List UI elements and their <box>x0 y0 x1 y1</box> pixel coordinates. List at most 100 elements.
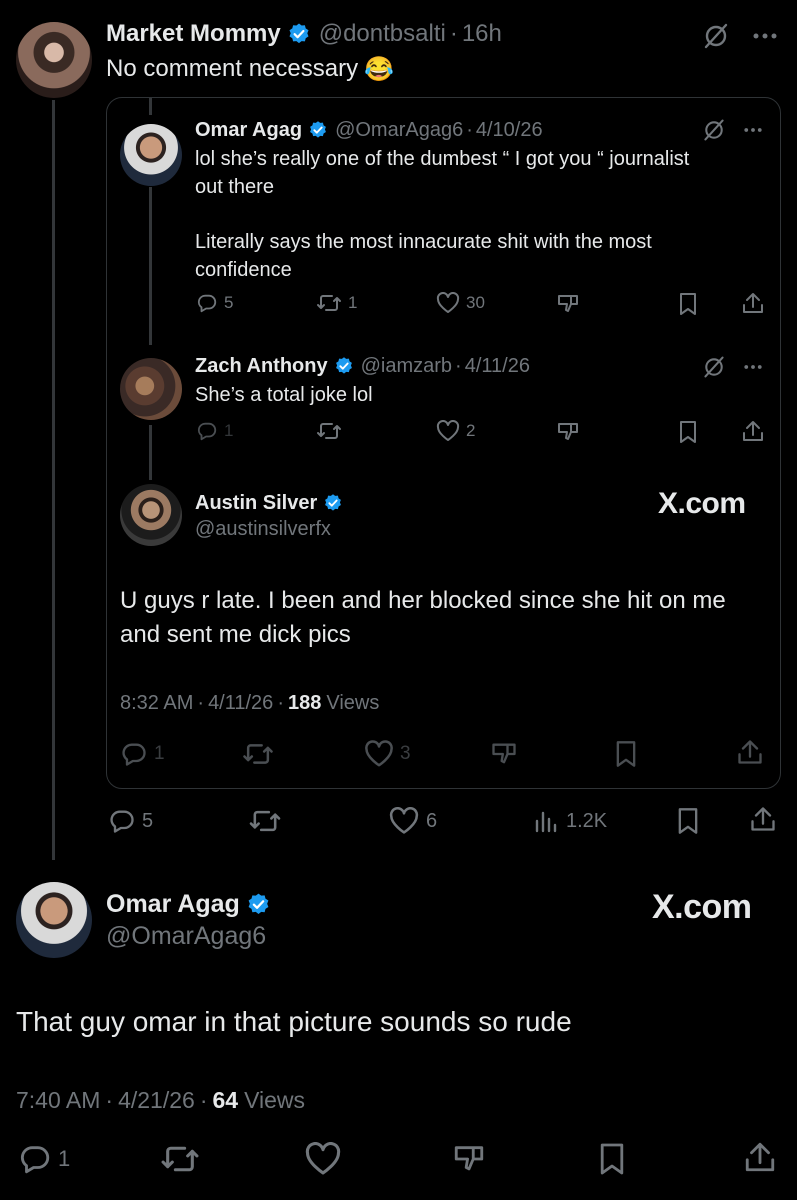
reply2-author-name[interactable]: Zach Anthony <box>195 355 328 378</box>
more-options-icon[interactable] <box>752 32 778 40</box>
reply2-date[interactable]: 4/11/26 <box>465 355 530 378</box>
reply-count: 1 <box>224 421 234 440</box>
main-quote-date[interactable]: 4/11/26 <box>208 692 273 715</box>
bottom-tweet-header: Omar Agag <box>106 888 271 920</box>
xcom-logo: X.com <box>652 888 752 926</box>
dislike-button[interactable] <box>452 1142 486 1176</box>
main-quote-line: U guys r late. I been and her blocked si… <box>120 587 726 614</box>
reply-button[interactable]: 5 <box>196 292 233 314</box>
bookmark-button[interactable] <box>598 1142 626 1176</box>
top-tweet-header: Market Mommy @dontbsalti · 16h <box>106 18 502 50</box>
reply2-handle[interactable]: @iamzarb <box>361 355 452 378</box>
thumbs-down-icon <box>558 295 578 312</box>
heart-icon <box>305 1142 341 1175</box>
main-quote-line: and sent me dick pics <box>120 620 351 648</box>
avatar-omar-agag-large[interactable] <box>16 882 92 958</box>
avatar-omar-agag[interactable] <box>120 124 182 186</box>
avatar-market-mommy[interactable] <box>16 22 92 98</box>
dislike-button[interactable] <box>556 292 580 316</box>
bookmark-button[interactable] <box>614 740 638 768</box>
verified-badge-icon <box>325 494 342 511</box>
like-button[interactable]: 30 <box>436 292 485 314</box>
reply1-line: Literally says the most innacurate shit … <box>195 231 652 253</box>
avatar-zach-anthony[interactable] <box>120 358 182 420</box>
bottom-tweet-views-count: 64 <box>212 1086 239 1113</box>
main-quote-handle[interactable]: @austinsilverfx <box>195 518 331 541</box>
bottom-tweet-time[interactable]: 7:40 AM <box>16 1087 100 1114</box>
repost-count: 1 <box>348 293 358 312</box>
share-button[interactable] <box>742 291 764 315</box>
bookmark-icon <box>600 1143 624 1175</box>
repost-button[interactable] <box>160 1142 200 1176</box>
reply-button[interactable]: 1 <box>196 420 233 442</box>
share-button[interactable] <box>744 1140 776 1174</box>
separator: · <box>466 118 473 141</box>
reply-icon <box>20 1146 50 1174</box>
reply-icon <box>110 810 134 833</box>
bookmark-button[interactable] <box>678 420 698 444</box>
reply1-date[interactable]: 4/10/26 <box>476 119 543 142</box>
repost-button[interactable]: 1 <box>316 292 357 314</box>
bookmark-icon <box>616 741 636 767</box>
main-quote-views-label: Views <box>326 691 380 714</box>
repost-icon <box>161 1146 199 1172</box>
bottom-tweet-meta: 7:40 AM · 4/21/26 · 64 Views <box>16 1085 305 1115</box>
share-button[interactable] <box>750 805 776 833</box>
verified-badge-icon <box>248 893 269 914</box>
more-options-icon[interactable] <box>742 127 764 133</box>
like-button[interactable] <box>304 1142 342 1176</box>
reply2-header: Zach Anthony @iamzarb · 4/11/26 <box>195 352 530 380</box>
like-button[interactable]: 6 <box>388 807 437 835</box>
heart-icon <box>436 292 460 313</box>
author-handle[interactable]: @OmarAgag6 <box>106 922 266 951</box>
heart-icon <box>436 420 460 441</box>
views-count: 1.2K <box>566 809 608 832</box>
reply-button[interactable]: 1 <box>18 1142 70 1176</box>
thumbs-down-icon <box>454 1146 484 1171</box>
author-name[interactable]: Omar Agag <box>106 890 240 919</box>
bookmark-button[interactable] <box>678 292 698 316</box>
thumbs-down-icon <box>558 423 578 440</box>
reply1-author-name[interactable]: Omar Agag <box>195 119 302 142</box>
repost-icon <box>317 295 341 311</box>
repost-button[interactable] <box>248 807 282 835</box>
grok-icon[interactable] <box>702 355 726 379</box>
dislike-button[interactable] <box>490 740 518 768</box>
repost-button[interactable] <box>316 420 342 442</box>
separator: · <box>449 20 458 47</box>
reply1-line: out there <box>195 176 274 198</box>
main-quote-author-name[interactable]: Austin Silver <box>195 492 317 515</box>
share-icon <box>743 421 763 441</box>
views-button[interactable]: 1.2K <box>534 807 607 835</box>
like-button[interactable]: 2 <box>436 420 475 442</box>
separator: · <box>199 1086 208 1113</box>
bookmark-button[interactable] <box>676 807 700 835</box>
repost-button[interactable] <box>242 740 274 768</box>
dislike-button[interactable] <box>556 420 580 444</box>
grok-icon[interactable] <box>702 118 726 142</box>
share-button[interactable] <box>742 419 764 443</box>
verified-badge-icon <box>289 23 309 44</box>
author-handle[interactable]: @dontbsalti <box>319 20 446 48</box>
reply-button[interactable]: 1 <box>120 740 165 768</box>
main-quote-time[interactable]: 8:32 AM <box>120 692 193 715</box>
reply1-handle[interactable]: @OmarAgag6 <box>335 119 463 142</box>
reply1-line: confidence <box>195 259 292 281</box>
reply-button[interactable]: 5 <box>108 807 153 835</box>
grok-icon[interactable] <box>702 22 730 50</box>
reply2-text: She’s a total joke lol <box>195 384 373 406</box>
tweet-time[interactable]: 16h <box>462 20 502 48</box>
avatar-austin-silver[interactable] <box>120 484 182 546</box>
thumbs-down-icon <box>492 743 516 764</box>
bottom-tweet-date[interactable]: 4/21/26 <box>118 1087 195 1114</box>
more-options-icon[interactable] <box>742 364 764 370</box>
like-button[interactable]: 3 <box>364 740 411 768</box>
separator: · <box>277 691 284 714</box>
author-name[interactable]: Market Mommy <box>106 20 281 48</box>
main-quote-text: U guys r late. I been and her blocked si… <box>120 584 770 651</box>
reply-count: 1 <box>154 743 165 764</box>
thread-line-top <box>52 100 55 860</box>
bookmark-icon <box>680 421 696 443</box>
share-button[interactable] <box>737 738 763 766</box>
repost-icon <box>317 423 341 439</box>
